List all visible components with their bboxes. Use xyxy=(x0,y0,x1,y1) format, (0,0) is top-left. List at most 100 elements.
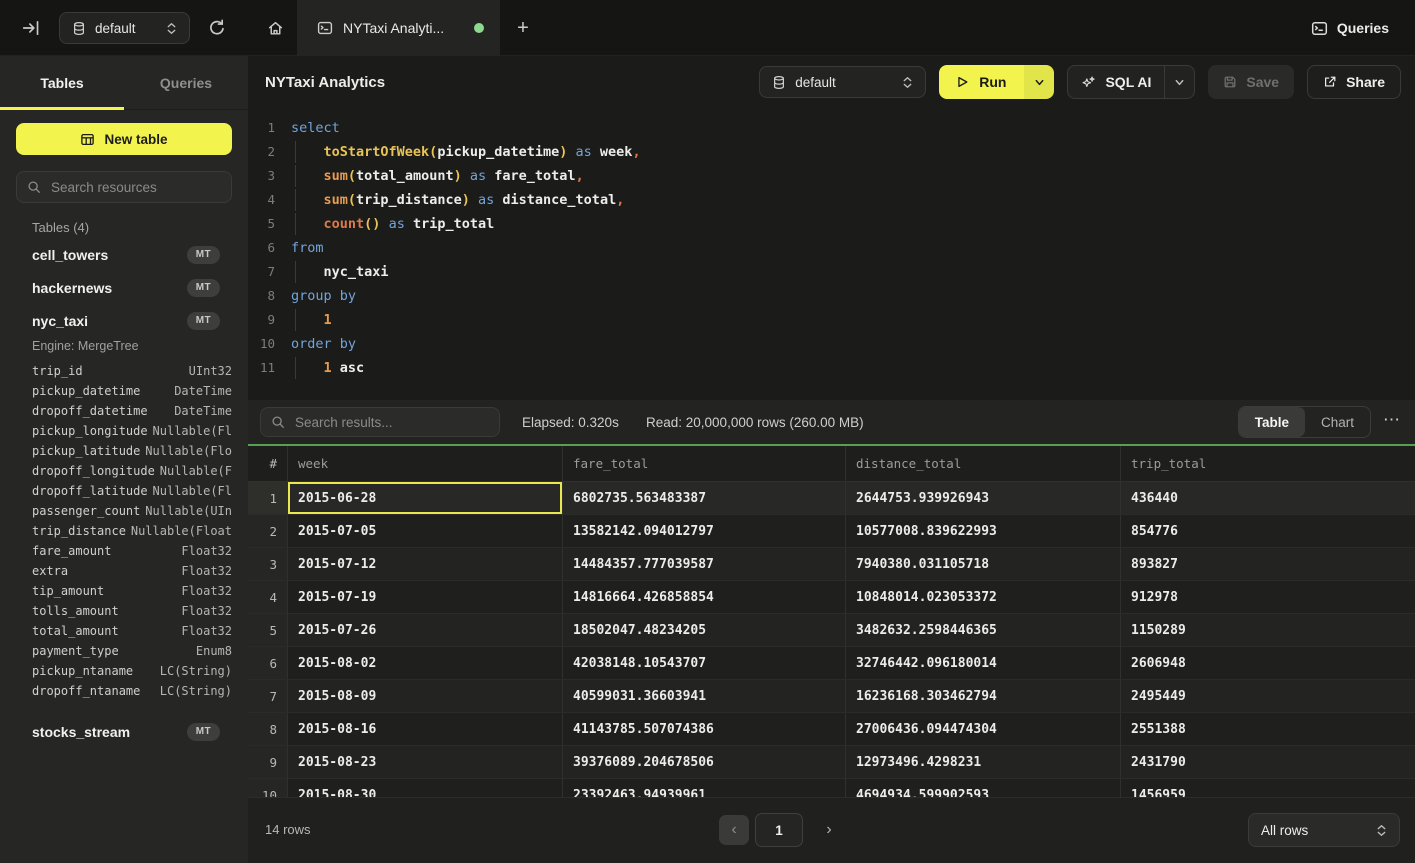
topbar-database-selector[interactable]: default xyxy=(59,12,190,44)
sql-ai-label: SQL AI xyxy=(1105,74,1151,90)
table-cell[interactable]: 7940380.031105718 xyxy=(845,548,1120,580)
table-cell[interactable]: 12973496.4298231 xyxy=(845,746,1120,778)
table-cell[interactable]: 2015-08-16 xyxy=(287,713,562,745)
table-cell[interactable]: 2551388 xyxy=(1120,713,1415,745)
results-search-input[interactable] xyxy=(293,414,489,431)
sidebar-tab-tables[interactable]: Tables xyxy=(0,56,124,109)
page-number[interactable]: 1 xyxy=(755,813,803,847)
new-tab-button[interactable]: + xyxy=(510,14,536,42)
table-cell[interactable]: 40599031.36603941 xyxy=(562,680,845,712)
table-row: 62015-08-0242038148.1054370732746442.096… xyxy=(248,647,1415,680)
table-cell[interactable]: 2015-08-30 xyxy=(287,779,562,797)
line-number: 5 xyxy=(248,212,275,236)
sql-ai-button[interactable]: SQL AI xyxy=(1068,74,1164,90)
table-cell[interactable]: 2015-08-09 xyxy=(287,680,562,712)
table-cell[interactable]: 2606948 xyxy=(1120,647,1415,679)
sidebar-table-nyc_taxi[interactable]: nyc_taxiMT xyxy=(0,304,248,337)
table-cell[interactable]: 13582142.094012797 xyxy=(562,515,845,547)
table-column-row: tolls_amountFloat32 xyxy=(0,601,248,621)
table-cell[interactable]: 854776 xyxy=(1120,515,1415,547)
table-cell[interactable]: 893827 xyxy=(1120,548,1415,580)
table-cell[interactable]: 2015-08-02 xyxy=(287,647,562,679)
sidebar-table-stocks_stream[interactable]: stocks_streamMT xyxy=(0,715,248,748)
table-cell[interactable]: 2015-07-05 xyxy=(287,515,562,547)
sql-token: ) xyxy=(462,192,470,208)
table-cell[interactable]: 27006436.094474304 xyxy=(845,713,1120,745)
table-cell[interactable]: 1456959 xyxy=(1120,779,1415,797)
query-database-selector[interactable]: default xyxy=(759,66,926,98)
code-line-2: 2 toStartOfWeek(pickup_datetime) as week… xyxy=(248,140,1415,164)
share-button[interactable]: Share xyxy=(1307,65,1401,99)
table-cell[interactable]: 14816664.426858854 xyxy=(562,581,845,613)
table-cell[interactable]: 41143785.507074386 xyxy=(562,713,845,745)
sql-token xyxy=(470,192,478,208)
row-number: 4 xyxy=(248,581,287,613)
table-cell[interactable]: 2015-07-19 xyxy=(287,581,562,613)
tab-nytaxi-analytics[interactable]: NYTaxi Analyti... xyxy=(297,0,500,56)
column-type: Nullable(Fl xyxy=(153,424,232,438)
table-cell[interactable]: 2015-07-26 xyxy=(287,614,562,646)
run-button[interactable]: Run xyxy=(939,65,1024,99)
table-cell[interactable]: 912978 xyxy=(1120,581,1415,613)
table-cell[interactable]: 3482632.2598446365 xyxy=(845,614,1120,646)
table-column-row: fare_amountFloat32 xyxy=(0,541,248,561)
table-cell[interactable]: 2015-07-12 xyxy=(287,548,562,580)
home-button[interactable] xyxy=(255,0,295,56)
table-cell[interactable]: 32746442.096180014 xyxy=(845,647,1120,679)
table-cell[interactable]: 14484357.777039587 xyxy=(562,548,845,580)
refresh-button[interactable] xyxy=(205,17,229,39)
table-cell[interactable]: 2431790 xyxy=(1120,746,1415,778)
page-size-selector[interactable]: All rows xyxy=(1248,813,1400,847)
chevron-right-icon: › xyxy=(826,821,831,839)
table-column-row: tip_amountFloat32 xyxy=(0,581,248,601)
sql-token: asc xyxy=(340,360,364,376)
results-menu-button[interactable]: ⋯ xyxy=(1383,410,1401,430)
table-column-row: payment_typeEnum8 xyxy=(0,641,248,661)
topbar-database-value: default xyxy=(95,21,157,36)
sql-ai-options-button[interactable] xyxy=(1164,66,1194,98)
sidebar-search xyxy=(16,171,232,203)
save-button[interactable]: Save xyxy=(1208,65,1294,99)
table-column-row: passenger_countNullable(UIn xyxy=(0,501,248,521)
line-number: 6 xyxy=(248,236,275,260)
table-cell[interactable]: 436440 xyxy=(1120,482,1415,514)
table-column-row: dropoff_latitudeNullable(Fl xyxy=(0,481,248,501)
sql-token: pickup_datetime xyxy=(437,144,559,160)
table-cell[interactable]: 18502047.48234205 xyxy=(562,614,845,646)
column-name: passenger_count xyxy=(32,504,140,518)
next-page-button[interactable]: › xyxy=(816,815,842,845)
view-toggle-chart[interactable]: Chart xyxy=(1305,407,1370,437)
prev-page-button[interactable]: ‹ xyxy=(719,815,749,845)
run-options-button[interactable] xyxy=(1024,65,1054,99)
table-column-row: total_amountFloat32 xyxy=(0,621,248,641)
table-engine-label: Engine: MergeTree xyxy=(0,337,248,361)
column-type: Enum8 xyxy=(196,644,232,658)
table-cell[interactable]: 1150289 xyxy=(1120,614,1415,646)
sidebar-search-input[interactable] xyxy=(49,179,221,196)
sidebar-table-hackernews[interactable]: hackernewsMT xyxy=(0,271,248,304)
table-cell[interactable]: 2015-06-28 xyxy=(287,482,562,514)
table-cell[interactable]: 16236168.303462794 xyxy=(845,680,1120,712)
sidebar-table-cell_towers[interactable]: cell_towersMT xyxy=(0,238,248,271)
table-grid-icon xyxy=(80,132,95,147)
table-cell[interactable]: 2644753.939926943 xyxy=(845,482,1120,514)
table-cell[interactable]: 39376089.204678506 xyxy=(562,746,845,778)
queries-menu-button[interactable]: Queries xyxy=(1311,0,1389,56)
column-name: extra xyxy=(32,564,68,578)
table-cell[interactable]: 42038148.10543707 xyxy=(562,647,845,679)
line-number: 9 xyxy=(248,308,275,332)
table-cell[interactable]: 23392463.94939961 xyxy=(562,779,845,797)
column-name: dropoff_longitude xyxy=(32,464,155,478)
table-cell[interactable]: 4694934.599902593 xyxy=(845,779,1120,797)
table-cell[interactable]: 10848014.023053372 xyxy=(845,581,1120,613)
new-table-button[interactable]: New table xyxy=(16,123,232,155)
collapse-sidebar-button[interactable] xyxy=(20,18,42,38)
sidebar-tab-queries[interactable]: Queries xyxy=(124,56,248,109)
view-toggle-table[interactable]: Table xyxy=(1239,407,1305,437)
table-cell[interactable]: 2015-08-23 xyxy=(287,746,562,778)
table-cell[interactable]: 2495449 xyxy=(1120,680,1415,712)
table-cell[interactable]: 6802735.563483387 xyxy=(562,482,845,514)
sql-editor[interactable]: 1select2 toStartOfWeek(pickup_datetime) … xyxy=(248,108,1415,400)
table-cell[interactable]: 10577008.839622993 xyxy=(845,515,1120,547)
line-number: 3 xyxy=(248,164,275,188)
